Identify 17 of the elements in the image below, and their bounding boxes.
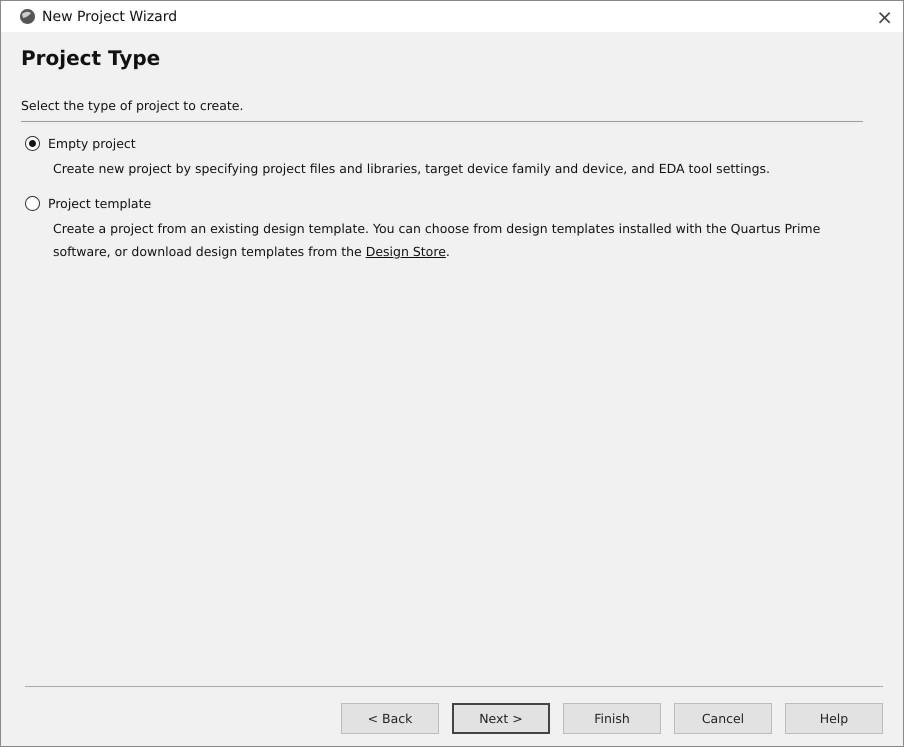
wizard-button[interactable]: < Back [341,703,439,734]
option-label[interactable]: Project template [48,196,152,211]
wizard-button[interactable]: Help [784,703,883,734]
wizard-button[interactable]: Finish [563,703,661,734]
close-button[interactable]: × [876,4,893,28]
page-title: Project Type [21,46,162,70]
window-title: New Project Wizard [42,8,178,24]
radio-button[interactable] [25,196,40,211]
wizard-button[interactable]: Cancel [674,703,772,734]
page-subtitle: Select the type of project to create. [21,98,863,122]
option-description: Create a project from an existing design template. You can choose from design templates installed with the Quartus Prime software, or download design templates from the Design Store. [53,220,822,261]
app-icon [19,8,36,25]
option-label[interactable]: Empty project [48,136,136,151]
radio-button[interactable] [25,136,40,151]
wizard-button[interactable]: Next > [452,703,550,734]
option-description: Create new project by specifying project files and libraries, target device family and device, and EDA tool settings. [53,160,771,178]
design-store-link[interactable]: Design Store [366,244,446,259]
